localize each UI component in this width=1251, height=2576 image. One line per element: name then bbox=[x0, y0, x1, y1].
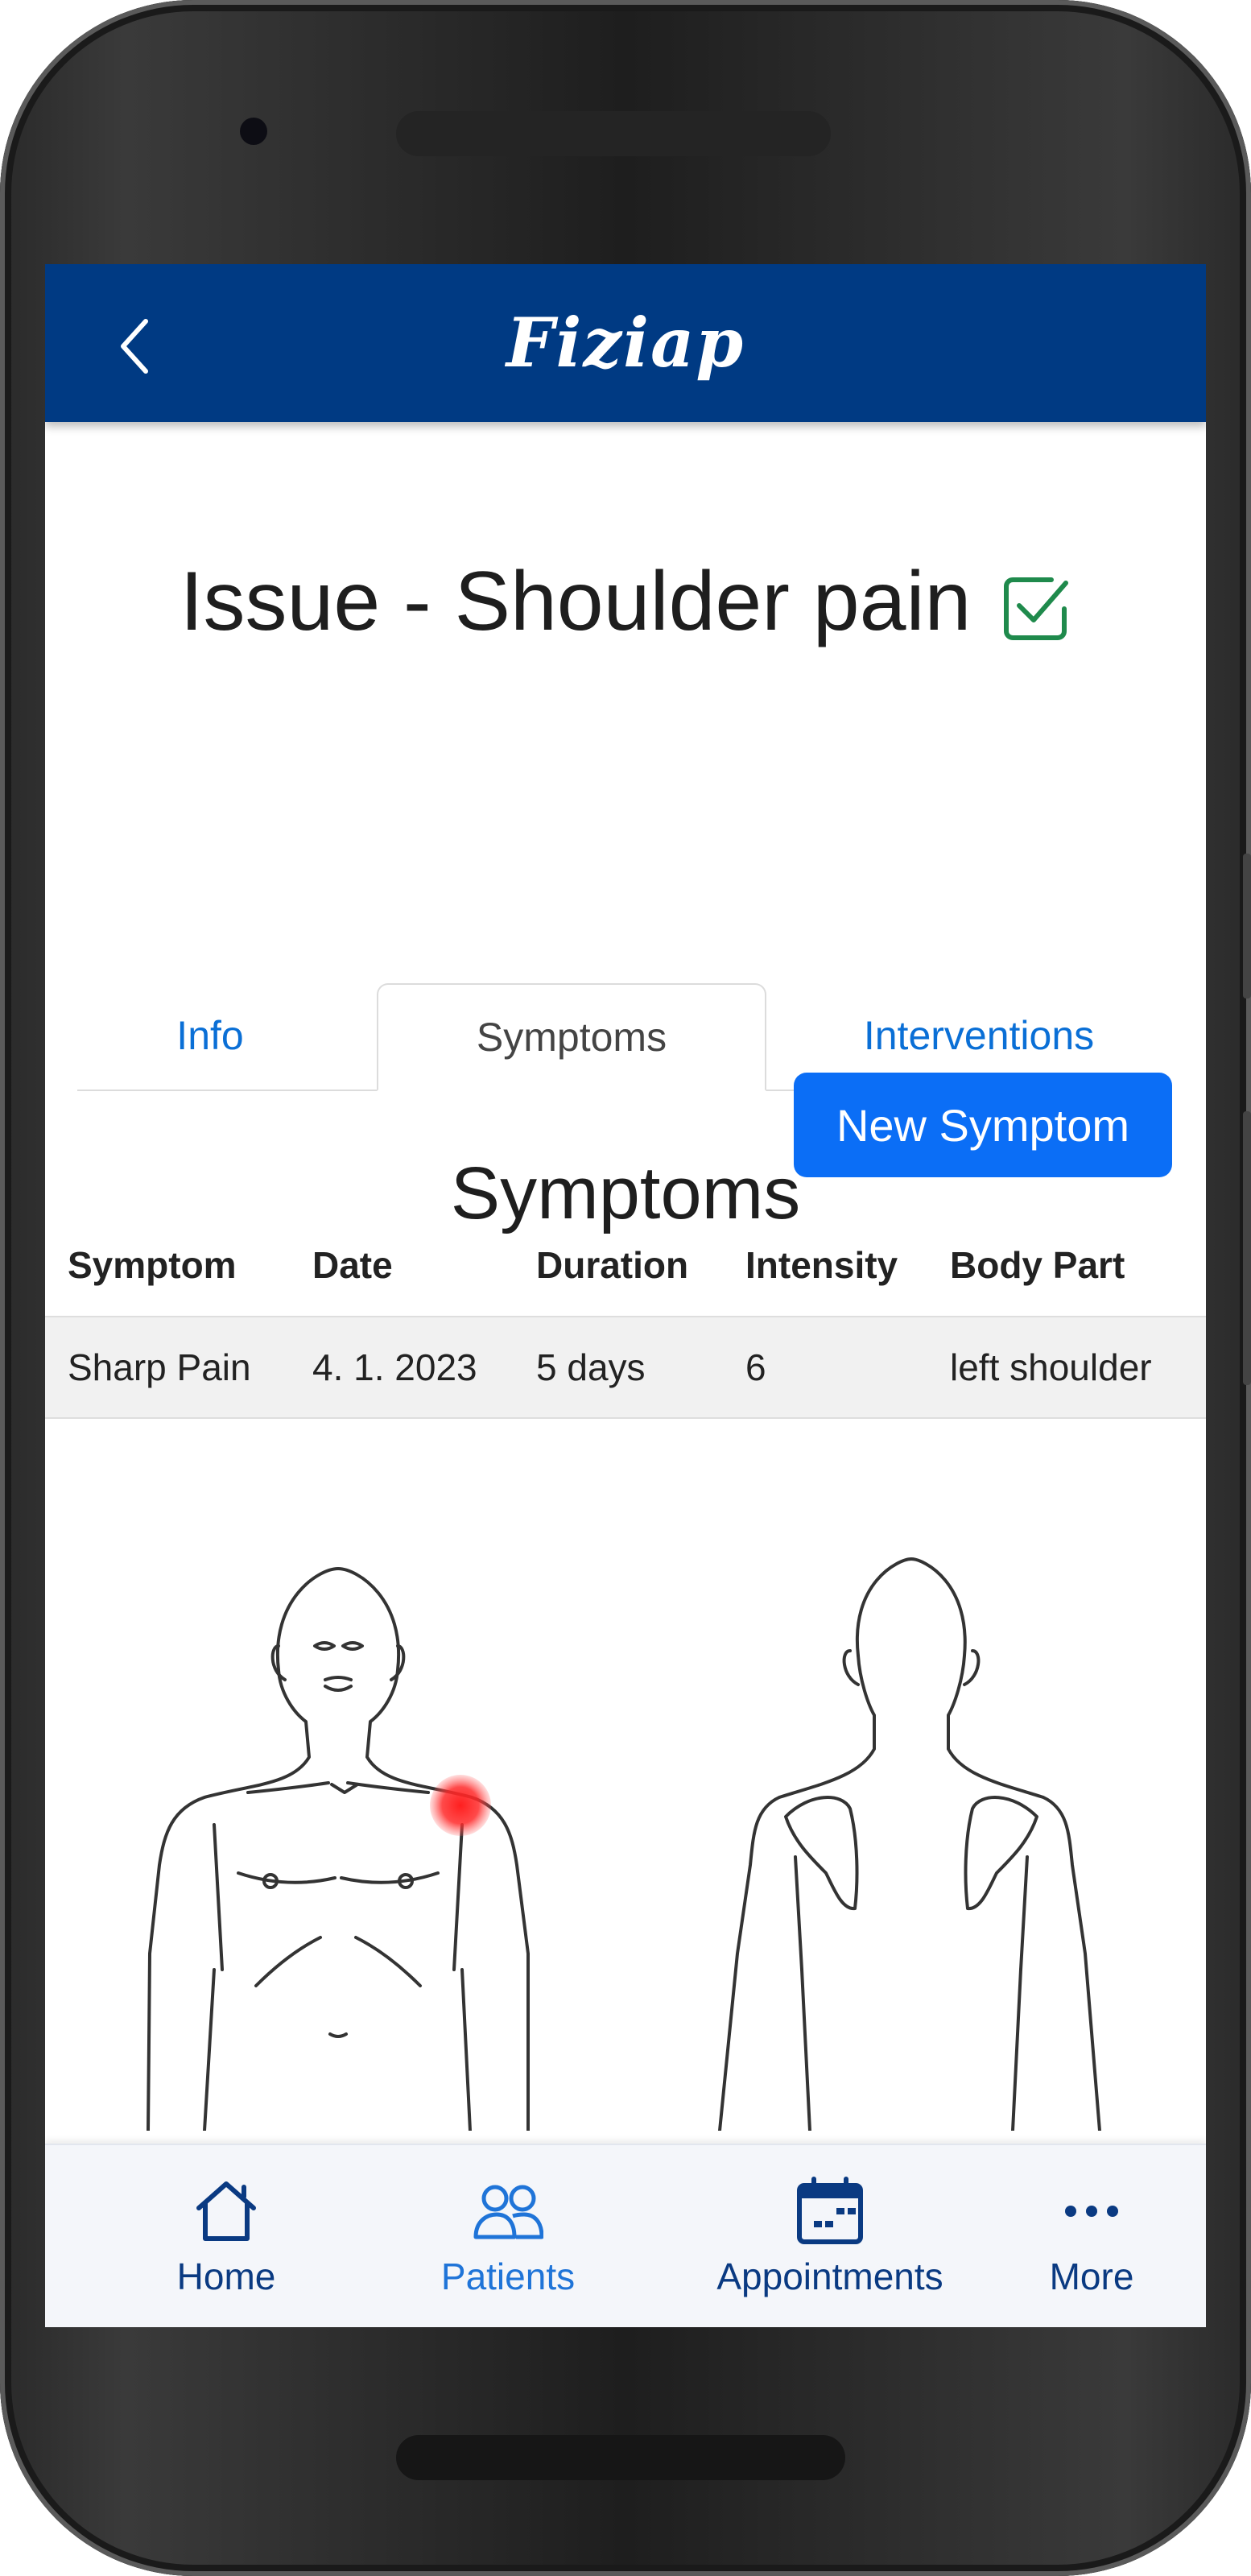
header-date: Date bbox=[312, 1244, 393, 1286]
volume-button bbox=[1243, 854, 1251, 999]
tab-symptoms[interactable]: Symptoms bbox=[377, 983, 766, 1091]
nav-patients[interactable]: Patients bbox=[391, 2176, 625, 2305]
bottom-speaker-grill bbox=[396, 2435, 845, 2480]
symptoms-table: Symptom Date Duration Intensity Body Par… bbox=[45, 1214, 1206, 1419]
cell-body-part: left shoulder bbox=[950, 1346, 1152, 1388]
new-symptom-button[interactable]: New Symptom bbox=[794, 1073, 1172, 1177]
body-map bbox=[45, 1551, 1206, 2132]
phone-frame: Fiziap Issue - Shoulder pain Info Sympto… bbox=[0, 0, 1251, 2576]
nav-more[interactable]: More bbox=[1011, 2176, 1172, 2305]
nav-appointments[interactable]: Appointments bbox=[681, 2176, 979, 2305]
nav-patients-label: Patients bbox=[440, 2256, 576, 2297]
power-button bbox=[1243, 1111, 1251, 1385]
table-row[interactable]: Sharp Pain 4. 1. 2023 5 days 6 left shou… bbox=[45, 1316, 1206, 1419]
header-intensity: Intensity bbox=[745, 1244, 898, 1286]
nav-home[interactable]: Home bbox=[109, 2176, 343, 2305]
nav-appointments-label: Appointments bbox=[716, 2256, 943, 2297]
home-icon bbox=[196, 2181, 256, 2241]
more-dots-icon bbox=[1065, 2206, 1118, 2217]
issue-tabs: Info Symptoms Interventions bbox=[77, 719, 1172, 1091]
nav-more-label: More bbox=[1049, 2256, 1134, 2297]
cell-duration: 5 days bbox=[536, 1346, 646, 1388]
body-front-figure bbox=[147, 1567, 530, 2132]
bottom-navigation: Home Patients Appointments More bbox=[45, 2144, 1206, 2327]
app-logo: Fiziap bbox=[506, 303, 745, 382]
body-outline-illustration bbox=[147, 1557, 1101, 2132]
cell-intensity: 6 bbox=[745, 1346, 766, 1388]
header-body-part: Body Part bbox=[950, 1244, 1125, 1286]
nav-home-label: Home bbox=[176, 2256, 276, 2297]
tab-info[interactable]: Info bbox=[77, 983, 343, 1088]
app-screen: Fiziap Issue - Shoulder pain Info Sympto… bbox=[45, 264, 1206, 2327]
calendar-icon bbox=[797, 2177, 863, 2244]
cell-date: 4. 1. 2023 bbox=[312, 1346, 477, 1388]
users-icon bbox=[473, 2185, 543, 2239]
app-header: Fiziap bbox=[45, 264, 1206, 422]
cell-symptom: Sharp Pain bbox=[68, 1346, 251, 1388]
header-symptom: Symptom bbox=[68, 1244, 237, 1286]
checkbox-checked-icon bbox=[1004, 577, 1069, 640]
pain-marker[interactable] bbox=[430, 1775, 491, 1836]
issue-heading: Issue - Shoulder pain bbox=[45, 554, 1206, 650]
earpiece-speaker bbox=[396, 111, 831, 156]
body-back-figure bbox=[718, 1557, 1101, 2132]
issue-title: Issue - Shoulder pain bbox=[180, 555, 972, 648]
header-duration: Duration bbox=[536, 1244, 689, 1286]
front-camera bbox=[240, 118, 267, 145]
table-header: Symptom Date Duration Intensity Body Par… bbox=[45, 1214, 1206, 1316]
